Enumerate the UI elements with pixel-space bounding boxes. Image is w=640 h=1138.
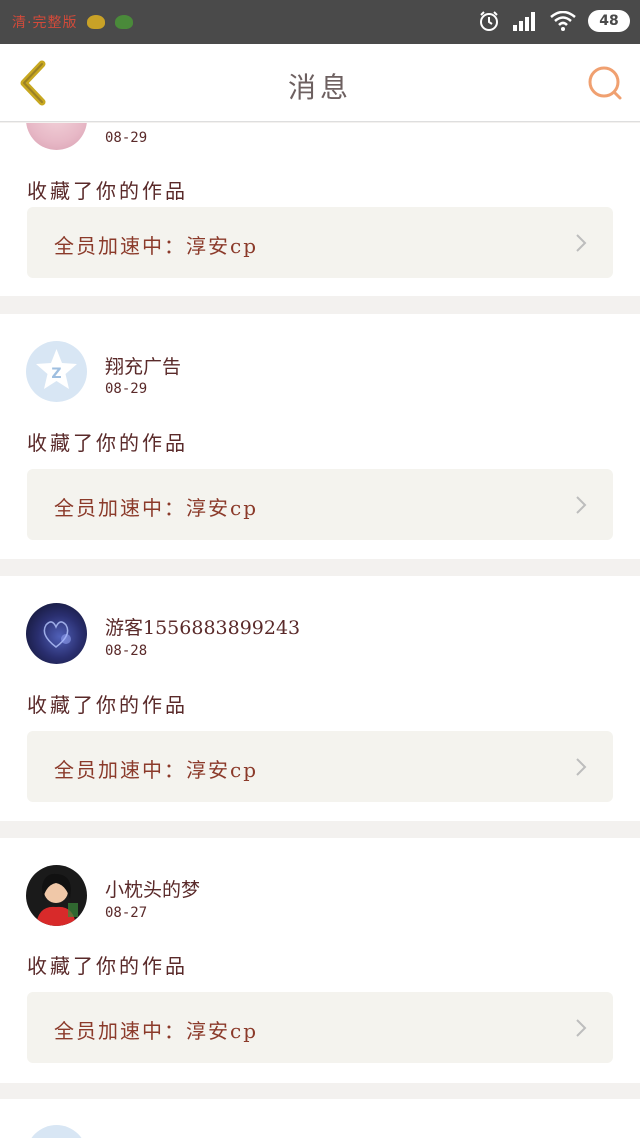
chevron-right-icon xyxy=(576,758,587,776)
alarm-icon xyxy=(480,11,498,31)
page-title: 消息 xyxy=(287,71,352,104)
status-app-text: 清·完整版 xyxy=(12,15,78,31)
search-button[interactable] xyxy=(586,64,624,102)
notification-action: 收藏了你的作品 xyxy=(27,431,188,455)
status-bar-right: 48 xyxy=(478,10,630,32)
username: 翔充广告 xyxy=(105,356,182,378)
chevron-right-icon xyxy=(576,496,587,514)
work-title: 全员加速中：淳安cp xyxy=(54,496,259,520)
notification-date: 08-27 xyxy=(105,905,148,921)
work-link[interactable]: 全员加速中：淳安cp xyxy=(27,207,613,278)
chevron-right-icon xyxy=(576,1019,587,1037)
signal-icon xyxy=(513,12,535,31)
notification-card[interactable]: Z 翔充广告 08-29 收藏了你的作品 全员加速中：淳安cp xyxy=(0,314,640,559)
notification-date: 08-29 xyxy=(105,381,148,397)
work-title: 全员加速中：淳安cp xyxy=(54,1019,259,1043)
avatar[interactable] xyxy=(26,603,87,664)
work-title: 全员加速中：淳安cp xyxy=(54,758,259,782)
qq-star-icon: Z xyxy=(36,349,77,389)
wifi-icon xyxy=(550,11,576,31)
work-link[interactable]: 全员加速中：淳安cp xyxy=(27,469,613,540)
avatar[interactable] xyxy=(26,123,87,150)
notification-card[interactable]: 小枕头的梦 08-27 收藏了你的作品 全员加速中：淳安cp xyxy=(0,838,640,1083)
notification-icon xyxy=(115,15,134,29)
avatar[interactable] xyxy=(26,1125,87,1138)
heart-icon xyxy=(43,621,71,648)
avatar[interactable] xyxy=(26,865,87,926)
notification-card[interactable] xyxy=(0,1099,640,1138)
status-bar: 清·完整版 48 xyxy=(0,0,640,44)
notification-card[interactable]: 08-29 收藏了你的作品 全员加速中：淳安cp xyxy=(0,123,640,296)
svg-text:Z: Z xyxy=(51,366,61,382)
profile-photo-icon xyxy=(36,873,78,926)
message-list[interactable]: 08-29 收藏了你的作品 全员加速中：淳安cp Z 翔充广告 08-29 收藏… xyxy=(0,123,640,1138)
notification-action: 收藏了你的作品 xyxy=(27,693,188,717)
work-link[interactable]: 全员加速中：淳安cp xyxy=(27,992,613,1063)
notification-icon xyxy=(87,15,106,29)
username: 小枕头的梦 xyxy=(105,879,201,901)
notification-card[interactable]: 游客1556883899243 08-28 收藏了你的作品 全员加速中：淳安cp xyxy=(0,576,640,821)
work-link[interactable]: 全员加速中：淳安cp xyxy=(27,731,613,802)
status-bar-left: 清·完整版 xyxy=(12,12,134,32)
app-header: 消息 xyxy=(0,44,640,122)
search-icon xyxy=(588,66,622,100)
notification-date: 08-28 xyxy=(105,643,148,659)
notification-action: 收藏了你的作品 xyxy=(27,179,188,203)
chevron-right-icon xyxy=(576,234,587,252)
notification-action: 收藏了你的作品 xyxy=(27,954,188,978)
battery-indicator: 48 xyxy=(588,10,630,32)
work-title: 全员加速中：淳安cp xyxy=(54,234,259,258)
avatar[interactable]: Z xyxy=(26,341,87,402)
notification-date: 08-29 xyxy=(105,130,148,146)
username: 游客1556883899243 xyxy=(105,617,301,639)
